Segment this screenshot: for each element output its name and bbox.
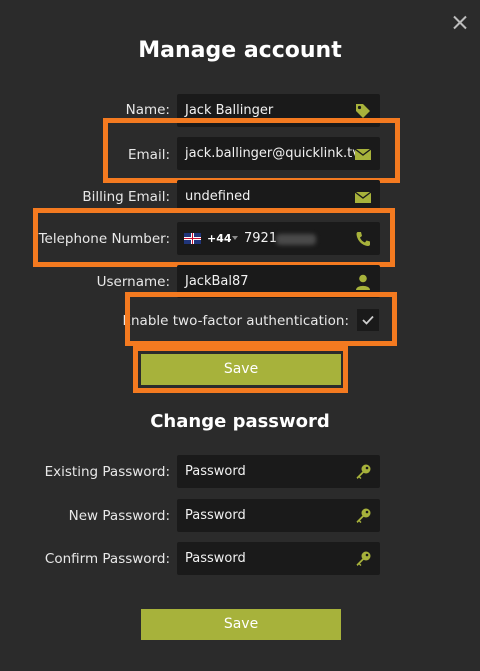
confirm-password-field[interactable]: Password	[177, 542, 380, 575]
key-icon	[356, 551, 371, 566]
username-label: Username:	[96, 274, 170, 290]
user-icon	[356, 274, 370, 290]
save-highlight	[133, 346, 348, 393]
save-password-button[interactable]: Save	[141, 609, 341, 640]
billing-email-value: undefined	[185, 189, 251, 204]
two-factor-highlight	[125, 292, 397, 346]
existing-password-placeholder: Password	[185, 464, 246, 479]
name-value: Jack Ballinger	[185, 103, 274, 118]
envelope-icon	[354, 191, 372, 203]
key-icon	[356, 464, 371, 479]
username-value: JackBal87	[185, 274, 249, 289]
confirm-password-placeholder: Password	[185, 551, 246, 566]
existing-password-field[interactable]: Password	[177, 455, 380, 488]
new-password-field[interactable]: Password	[177, 499, 380, 532]
telephone-highlight	[33, 208, 395, 267]
existing-password-label: Existing Password:	[44, 464, 170, 480]
close-icon[interactable]	[449, 12, 471, 34]
billing-email-label: Billing Email:	[82, 189, 170, 205]
change-password-title: Change password	[150, 411, 330, 432]
name-label: Name:	[125, 102, 170, 118]
new-password-label: New Password:	[68, 508, 170, 524]
page-title: Manage account	[138, 38, 342, 63]
new-password-placeholder: Password	[185, 508, 246, 523]
confirm-password-label: Confirm Password:	[44, 551, 170, 567]
key-icon	[356, 508, 371, 523]
email-highlight	[103, 118, 400, 183]
